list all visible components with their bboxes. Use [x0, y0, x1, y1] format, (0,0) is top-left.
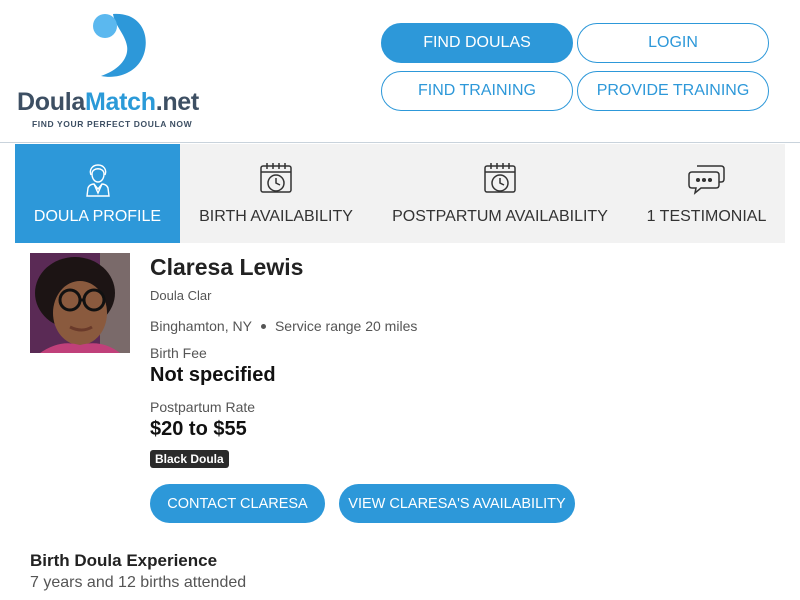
view-availability-button[interactable]: VIEW CLARESA'S AVAILABILITY [339, 484, 575, 523]
logo-word-doula: Doula [17, 88, 85, 116]
experience-text: 7 years and 12 births attended [30, 574, 247, 591]
site-logo[interactable]: DoulaMatch.net FIND YOUR PERFECT DOULA N… [17, 10, 227, 135]
service-range: Service range 20 miles [274, 318, 418, 334]
doula-business-name: Doula Clar [150, 288, 212, 303]
contact-doula-button[interactable]: CONTACT CLARESA [150, 484, 325, 523]
profile-photo [30, 253, 130, 353]
experience-heading: Birth Doula Experience [30, 551, 218, 570]
tab-doula-profile[interactable]: DOULA PROFILE [15, 144, 180, 243]
black-doula-badge: Black Doula [150, 450, 229, 468]
tab-label: DOULA PROFILE [33, 208, 162, 225]
doula-location: Binghamton, NY [150, 318, 252, 334]
logo-tagline: FIND YOUR PERFECT DOULA NOW [32, 119, 193, 129]
location-row: Binghamton, NY Service range 20 miles [150, 318, 417, 334]
profile-tabs: DOULA PROFILE BIRTH AVAILABILITY POSTPAR… [15, 144, 785, 243]
login-button[interactable]: LOGIN [577, 23, 769, 63]
logo-word-net: .net [155, 88, 200, 116]
site-header: DoulaMatch.net FIND YOUR PERFECT DOULA N… [0, 0, 800, 143]
postpartum-rate-label: Postpartum Rate [150, 399, 256, 415]
logo-mark-icon [93, 13, 146, 77]
doula-name: Claresa Lewis [150, 254, 304, 280]
calendar-clock-icon [484, 163, 516, 193]
birth-fee-value: Not specified [150, 364, 276, 386]
tab-label: BIRTH AVAILABILITY [199, 208, 353, 225]
postpartum-rate-value: $20 to $55 [150, 418, 247, 440]
tab-testimonials[interactable]: 1 TESTIMONIAL [628, 144, 785, 243]
tab-birth-availability[interactable]: BIRTH AVAILABILITY [180, 144, 372, 243]
find-doulas-button[interactable]: FIND DOULAS [381, 23, 573, 63]
tab-label: 1 TESTIMONIAL [646, 208, 767, 225]
speech-bubbles-icon [687, 165, 725, 195]
logo-word-match: Match [84, 88, 156, 116]
calendar-clock-icon [260, 163, 292, 193]
doula-person-icon [85, 164, 110, 197]
find-training-button[interactable]: FIND TRAINING [381, 71, 573, 111]
tab-label: POSTPARTUM AVAILABILITY [392, 208, 608, 225]
tab-postpartum-availability[interactable]: POSTPARTUM AVAILABILITY [372, 144, 628, 243]
provide-training-button[interactable]: PROVIDE TRAINING [577, 71, 769, 111]
logo-wordmark: DoulaMatch.net [17, 88, 199, 117]
separator-dot [260, 323, 266, 329]
profile-photo-image [30, 253, 130, 353]
birth-fee-label: Birth Fee [150, 345, 207, 361]
